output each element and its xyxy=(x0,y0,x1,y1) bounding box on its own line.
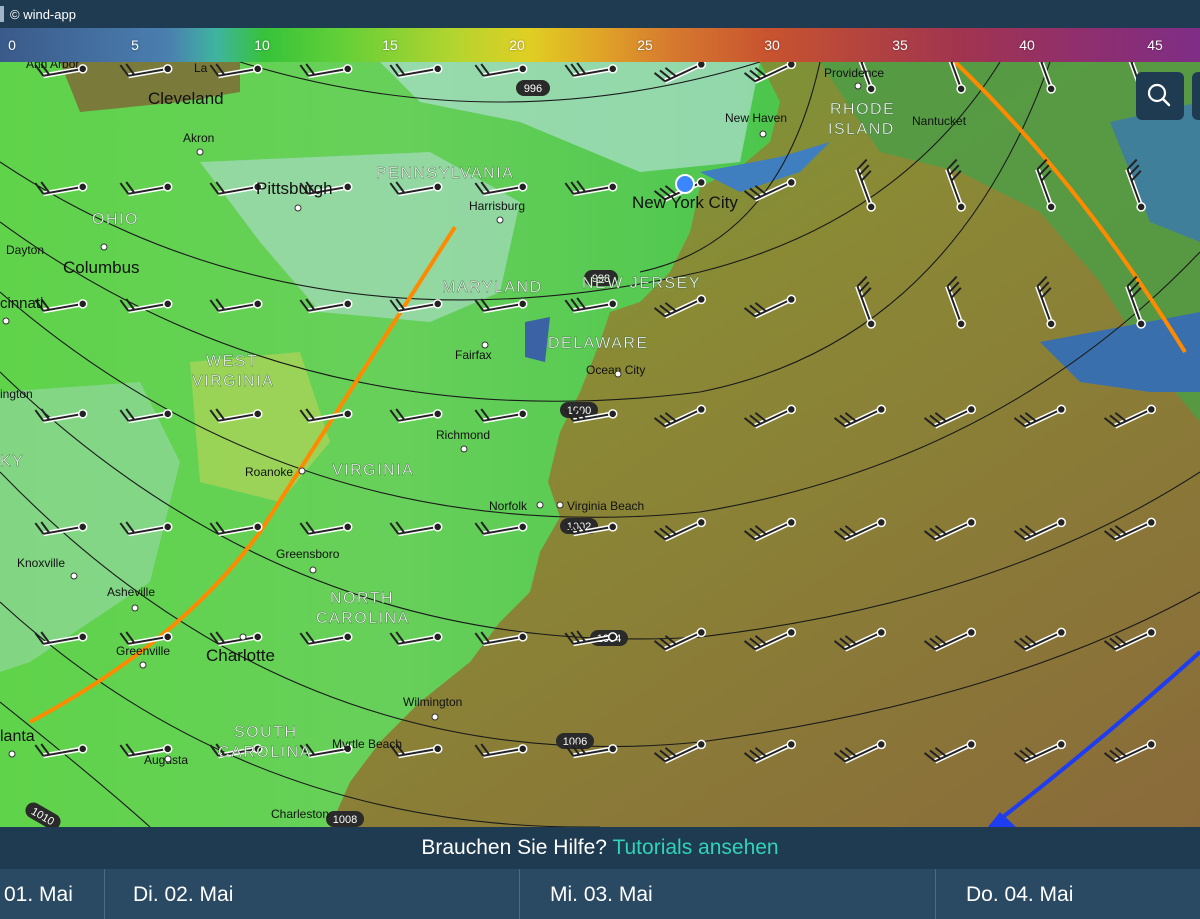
wind-map[interactable]: 996 998 1000 1002 1004 1006 1008 1010 PE… xyxy=(0,62,1200,827)
state-label: VIRGINIA xyxy=(192,373,274,390)
wind-speed-legend: 0 5 10 15 20 25 30 35 40 45 xyxy=(0,28,1200,62)
legend-tick: 40 xyxy=(1019,37,1035,53)
day-tab[interactable]: Mi. 03. Mai xyxy=(520,869,934,919)
city-label: Charleston xyxy=(271,807,329,821)
state-label: CAROLINA xyxy=(316,610,410,627)
legend-tick: 30 xyxy=(764,37,780,53)
city-label: Roanoke xyxy=(245,465,293,479)
title-bar: © wind-app xyxy=(0,0,1200,28)
state-label: MARYLAND xyxy=(442,279,543,296)
city-label: Wilmington xyxy=(403,695,462,709)
city-label: Asheville xyxy=(107,585,155,599)
state-label: NORTH xyxy=(330,590,394,607)
map-canvas[interactable]: 996 998 1000 1002 1004 1006 1008 1010 PE… xyxy=(0,62,1200,827)
state-label: DELAWARE xyxy=(548,335,649,352)
state-label: SOUTH xyxy=(234,724,298,741)
legend-tick: 20 xyxy=(509,37,525,53)
city-label: Cleveland xyxy=(148,89,224,108)
city-label: Charlotte xyxy=(206,646,275,665)
state-label: KY xyxy=(0,453,24,470)
city-label: Nantucket xyxy=(912,114,967,128)
help-question: Brauchen Sie Hilfe? xyxy=(421,836,607,859)
city-label: Providence xyxy=(824,66,884,80)
legend-tick: 5 xyxy=(131,37,139,53)
city-label: Fairfax xyxy=(455,348,492,362)
window-edge xyxy=(0,6,4,22)
city-label: Harrisburg xyxy=(469,199,525,213)
state-label: PENNSYLVANIA xyxy=(376,165,514,182)
state-label: CAROLINA xyxy=(218,744,312,761)
state-label: VIRGINIA xyxy=(332,462,414,479)
day-tab[interactable]: Do. 04. Mai xyxy=(936,869,1200,919)
city-label: Richmond xyxy=(436,428,490,442)
city-label: Akron xyxy=(183,131,214,145)
day-timeline[interactable]: 01. Mai Di. 02. Mai Mi. 03. Mai Do. 04. … xyxy=(0,869,1200,919)
city-label: Pittsburgh xyxy=(256,179,333,198)
day-tab[interactable]: 01. Mai xyxy=(0,869,104,919)
legend-tick: 45 xyxy=(1147,37,1163,53)
help-bar: Brauchen Sie Hilfe? Tutorials ansehen xyxy=(0,827,1200,869)
map-control-button[interactable] xyxy=(1192,72,1200,120)
city-label: ington xyxy=(0,387,33,401)
isobar-label: 996 xyxy=(524,83,542,95)
city-label: Greenville xyxy=(116,644,170,658)
city-label: Norfolk xyxy=(489,499,528,513)
legend-tick: 0 xyxy=(8,37,16,53)
city-label: Myrtle Beach xyxy=(332,737,402,751)
city-label: Columbus xyxy=(63,258,140,277)
state-label: WEST xyxy=(206,353,258,370)
tutorials-link[interactable]: Tutorials ansehen xyxy=(612,836,778,859)
current-location-marker[interactable] xyxy=(675,174,695,194)
day-tab[interactable]: Di. 02. Mai xyxy=(105,869,519,919)
legend-tick: 25 xyxy=(637,37,653,53)
city-label: Knoxville xyxy=(17,556,65,570)
city-label: lanta xyxy=(0,728,35,745)
legend-tick: 35 xyxy=(892,37,908,53)
state-label: NEW JERSEY xyxy=(582,275,701,292)
app-title: © wind-app xyxy=(10,7,76,22)
search-button[interactable] xyxy=(1136,72,1184,120)
city-label: cinnati xyxy=(0,295,43,312)
city-label: New Haven xyxy=(725,111,787,125)
isobar-label: 1008 xyxy=(333,814,357,826)
city-label: Dayton xyxy=(6,243,44,257)
city-label: Virginia Beach xyxy=(567,499,644,513)
state-label: ISLAND xyxy=(828,121,895,138)
city-label: New York City xyxy=(632,193,738,212)
search-icon xyxy=(1147,83,1171,107)
state-label: OHIO xyxy=(92,211,139,228)
city-label: Greensboro xyxy=(276,547,340,561)
legend-tick: 10 xyxy=(254,37,270,53)
city-label: Ann Arbor xyxy=(26,62,79,71)
city-label: La xyxy=(194,62,208,75)
legend-tick: 15 xyxy=(382,37,398,53)
state-label: RHODE xyxy=(830,101,895,118)
